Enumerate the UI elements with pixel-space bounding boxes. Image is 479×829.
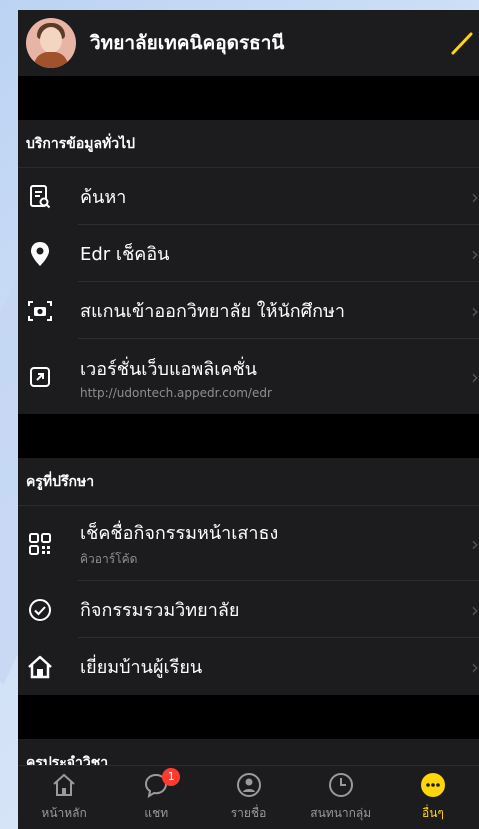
check-circle-icon (26, 596, 54, 624)
tab-label: รายชื่อ (230, 806, 267, 820)
home-tab-icon (53, 773, 75, 796)
tab-contacts[interactable]: รายชื่อ (202, 766, 294, 829)
chevron-right-icon: › (471, 298, 479, 323)
menu-item-label: กิจกรรมรวมวิทยาลัย (80, 600, 240, 621)
menu-item-url: http://udontech.appedr.com/edr (80, 385, 272, 400)
menu-item-college-activities[interactable]: กิจกรรมรวมวิทยาลัย › (18, 581, 479, 638)
menu-item-label: Edr เช็คอิน (80, 244, 170, 265)
tab-more[interactable]: อื่นๆ (387, 766, 479, 829)
menu-item-flag-activity-checkin[interactable]: เช็คชื่อกิจกรรมหน้าเสาธง คิวอาร์โค้ด › (18, 506, 479, 581)
profile-header: วิทยาลัยเทคนิคอุดรธานี (18, 10, 479, 76)
chevron-right-icon: › (471, 654, 479, 679)
location-pin-icon (26, 240, 54, 268)
scan-camera-icon (26, 297, 54, 325)
menu-item-web-version[interactable]: เวอร์ชั่นเว็บแอพลิเคชั่น http://udontech… (18, 339, 479, 414)
tab-label: แชท (144, 806, 169, 820)
chevron-right-icon: › (471, 184, 479, 209)
menu-item-label: เวอร์ชั่นเว็บแอพลิเคชั่น (80, 358, 257, 380)
tab-label: สนทนากลุ่ม (310, 806, 372, 820)
menu-item-label: เช็คชื่อกิจกรรมหน้าเสาธง (80, 523, 279, 544)
tab-label: หน้าหลัก (41, 806, 87, 820)
menu-item-home-visit[interactable]: เยี่ยมบ้านผู้เรียน › (18, 638, 479, 695)
external-link-icon (26, 363, 54, 391)
section-header-general: บริการข้อมูลทั่วไป (18, 120, 479, 168)
chevron-right-icon: › (471, 364, 479, 389)
qr-code-icon (26, 530, 54, 558)
menu-item-search[interactable]: ค้นหา › (18, 168, 479, 225)
tab-label: อื่นๆ (421, 806, 444, 820)
chevron-right-icon: › (471, 531, 479, 556)
pencil-icon[interactable] (449, 30, 475, 56)
section-header-advisor: ครูที่ปรึกษา (18, 458, 479, 506)
chevron-right-icon: › (471, 241, 479, 266)
user-avatar[interactable] (26, 18, 76, 68)
tab-group-chat[interactable]: สนทนากลุ่ม (295, 766, 387, 829)
menu-item-subtitle: คิวอาร์โค้ด (80, 552, 138, 566)
home-icon (26, 653, 54, 681)
app-screen: วิทยาลัยเทคนิคอุดรธานี บริการข้อมูลทั่วไ… (18, 10, 479, 829)
college-name: วิทยาลัยเทคนิคอุดรธานี (90, 32, 285, 54)
menu-item-label: เยี่ยมบ้านผู้เรียน (80, 657, 203, 678)
more-icon (420, 773, 445, 797)
clock-icon (328, 773, 353, 797)
tab-home[interactable]: หน้าหลัก (18, 766, 110, 829)
tab-chat[interactable]: 1 แชท (110, 766, 202, 829)
search-document-icon (26, 183, 54, 211)
menu-item-label: สแกนเข้าออกวิทยาลัย ให้นักศึกษา (80, 301, 345, 322)
chevron-right-icon: › (471, 597, 479, 622)
menu-item-edr-checkin[interactable]: Edr เช็คอิน › (18, 225, 479, 282)
menu-item-scan-entry[interactable]: สแกนเข้าออกวิทยาลัย ให้นักศึกษา › (18, 282, 479, 339)
menu-item-label: ค้นหา (80, 187, 127, 208)
contacts-icon (236, 773, 261, 797)
unread-badge: 1 (162, 768, 181, 786)
tab-bar: หน้าหลัก 1 แชท รายชื่อ สนทนากลุ่ม อื่นๆ (18, 765, 479, 829)
